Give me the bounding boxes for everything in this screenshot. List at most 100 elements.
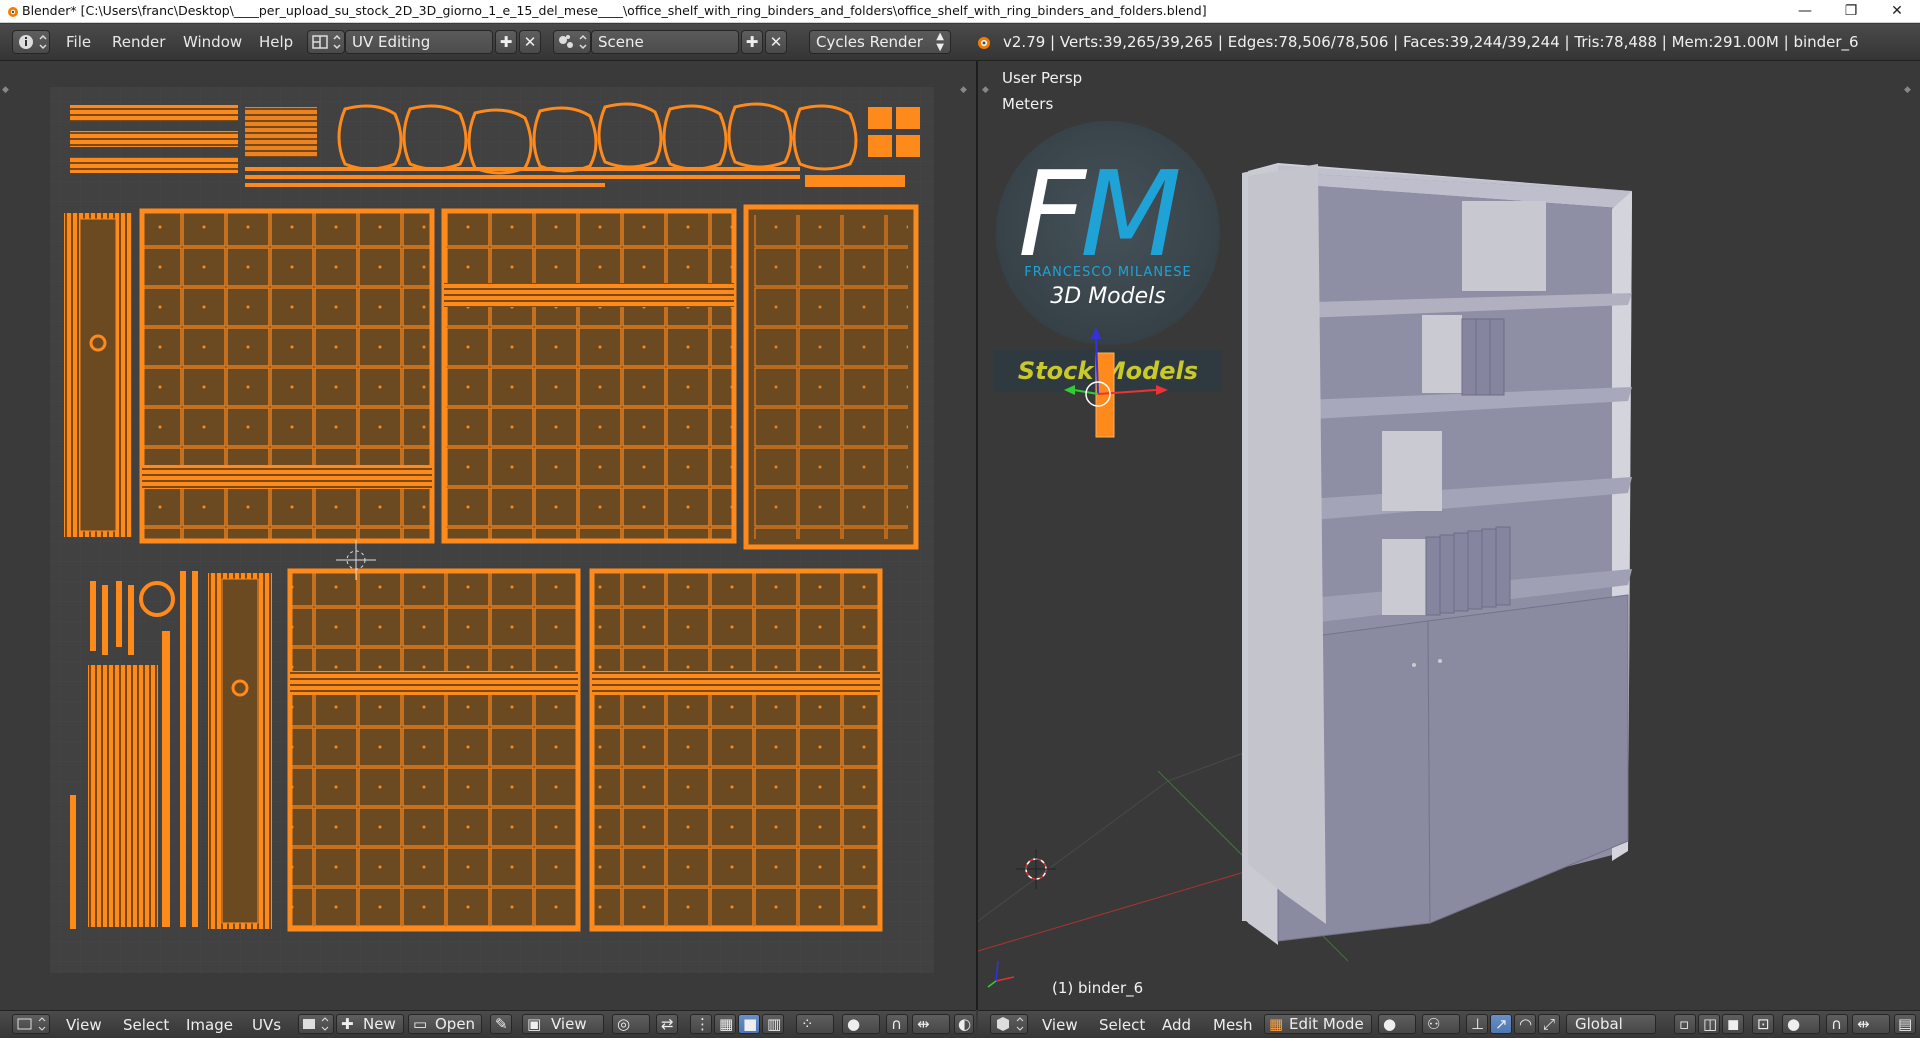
pivot-point-dropdown[interactable]: ⚇ [1422, 1014, 1460, 1034]
pivot-dropdown[interactable]: ◎ [612, 1014, 650, 1034]
uv-island-select-button[interactable]: ▥ [762, 1014, 784, 1034]
restore-button[interactable]: ❐ [1828, 0, 1874, 22]
scene-name-field[interactable]: Scene [591, 30, 739, 54]
transform-orientation-dropdown[interactable]: Global [1566, 1014, 1656, 1034]
solid-shading-icon: ● [1383, 1015, 1397, 1033]
open-image-button[interactable]: ▭ Open [408, 1014, 482, 1034]
menu-window[interactable]: Window [183, 33, 242, 51]
magnet-icon: ∩ [891, 1015, 902, 1033]
image-editor-icon [17, 1017, 46, 1031]
3d-scene [978, 163, 1632, 988]
face-mode-icon: ◼ [1727, 1015, 1740, 1033]
uv-editor-header: View Select Image UVs ✚ New ▭ Open ✎ ▣ V… [0, 1010, 976, 1038]
add-scene-button[interactable]: ✚ [741, 30, 763, 54]
edit-mode-icon: ▦ [1269, 1015, 1284, 1033]
region-expand-icon[interactable]: ◆ [2, 85, 9, 95]
3d-menu-select[interactable]: Select [1099, 1016, 1145, 1034]
opengl-render-button[interactable]: ▤ [1894, 1014, 1916, 1034]
scene-statistics: v2.79 | Verts:39,265/39,265 | Edges:78,5… [1003, 33, 1859, 51]
uv-extra-button[interactable]: ◐ [954, 1014, 974, 1034]
scene-selector[interactable] [553, 30, 591, 54]
3d-menu-view[interactable]: View [1042, 1016, 1078, 1034]
scale-icon: ⤢ [1543, 1015, 1556, 1033]
cabinet-door-right [1427, 594, 1629, 924]
region-expand-icon-right[interactable]: ◆ [960, 85, 967, 95]
uv-island-cover-3 [743, 204, 919, 550]
edge-select-mode-button[interactable]: ◫ [1698, 1014, 1720, 1034]
interaction-mode-dropdown[interactable]: ▦ Edit Mode [1264, 1014, 1372, 1034]
uv-menu-uvs[interactable]: UVs [252, 1016, 281, 1034]
selected-binder[interactable] [1095, 352, 1115, 438]
uv-edge-select-button[interactable]: ▦ [714, 1014, 736, 1034]
proportional-editing-dropdown[interactable]: ● [1782, 1014, 1820, 1034]
3d-menu-add[interactable]: Add [1162, 1016, 1191, 1034]
camera-icon: ▤ [1898, 1015, 1913, 1033]
scale-manipulator-button[interactable]: ⤢ [1538, 1014, 1560, 1034]
screen-layout-selector[interactable] [307, 30, 345, 54]
plus-icon: ✚ [499, 33, 513, 51]
uv-map-canvas[interactable] [50, 87, 934, 973]
manipulator-toggle-button[interactable]: ⊥ [1466, 1014, 1488, 1034]
close-icon: ✕ [523, 33, 537, 51]
snap-element-dropdown[interactable]: ⇹ [912, 1014, 950, 1034]
shelf-left-outer-panel [1248, 164, 1326, 924]
menu-render[interactable]: Render [112, 33, 165, 51]
limit-selection-button[interactable]: ⊡ [1752, 1014, 1774, 1034]
uv-island-cover-2 [441, 208, 737, 544]
uv-vertex-select-button[interactable]: ⋮ [690, 1014, 712, 1034]
view-mode-icon: ▣ [527, 1015, 542, 1033]
screen-layout-name-field[interactable]: UV Editing [345, 30, 493, 54]
minimize-button[interactable]: — [1782, 0, 1828, 22]
3d-menu-mesh[interactable]: Mesh [1213, 1016, 1253, 1034]
rotate-manipulator-button[interactable]: ◠ [1514, 1014, 1536, 1034]
viewport-shading-dropdown[interactable]: ● [1378, 1014, 1416, 1034]
transform-orientation-label: Global [1575, 1015, 1623, 1033]
window-title-bar: Blender* [C:\Users\franc\Desktop\____per… [0, 0, 1920, 23]
uv-face-select-button[interactable]: ■ [738, 1014, 760, 1034]
uv-image-editor[interactable]: ◆ ◆ [0, 61, 976, 1010]
delete-scene-button[interactable]: ✕ [765, 30, 787, 54]
uv-menu-view[interactable]: View [66, 1016, 102, 1034]
new-image-label: New [363, 1015, 396, 1033]
new-image-button[interactable]: ✚ New [336, 1014, 404, 1034]
uv-menu-select[interactable]: Select [123, 1016, 169, 1034]
close-window-button[interactable]: ✕ [1874, 0, 1920, 22]
pin-button[interactable]: ✎ [490, 1014, 512, 1034]
translate-manipulator-button[interactable]: ↗ [1490, 1014, 1512, 1034]
blender-app-icon [8, 7, 18, 17]
sticky-selection-dropdown[interactable]: ⁘ [796, 1014, 834, 1034]
uv-menu-image[interactable]: Image [186, 1016, 233, 1034]
menu-file[interactable]: File [66, 33, 91, 51]
snap-target-icon: ⇹ [1857, 1015, 1870, 1033]
render-engine-dropdown[interactable]: Cycles Render ▲ ▼ [809, 30, 951, 54]
pivot-point-icon: ⚇ [1427, 1015, 1441, 1033]
sync-selection-button[interactable]: ⇄ [656, 1014, 678, 1034]
uv-island-small-squares [868, 107, 920, 157]
mode-view-dropdown[interactable]: ▣ View [522, 1014, 604, 1034]
rotate-icon: ◠ [1519, 1015, 1533, 1033]
move-arrow-icon: ↗ [1495, 1015, 1508, 1033]
editor-type-uv-button[interactable] [12, 1014, 50, 1034]
interaction-mode-label: Edit Mode [1289, 1015, 1364, 1033]
add-screen-button[interactable]: ✚ [495, 30, 517, 54]
editor-type-3d-button[interactable] [990, 1014, 1028, 1034]
delete-screen-button[interactable]: ✕ [519, 30, 541, 54]
snap-toggle-button[interactable]: ∩ [886, 1014, 908, 1034]
vertex-select-icon: ⋮ [695, 1015, 710, 1033]
face-select-mode-button[interactable]: ◼ [1722, 1014, 1744, 1034]
proportional-edit-dropdown[interactable]: ● [842, 1014, 880, 1034]
menu-help[interactable]: Help [259, 33, 293, 51]
view-axis-icon [987, 960, 1015, 988]
snap-button[interactable]: ∩ [1826, 1014, 1848, 1034]
vertex-select-mode-button[interactable]: ▫ [1674, 1014, 1696, 1034]
binders-shelf-2 [1461, 318, 1505, 396]
browse-image-button[interactable] [298, 1014, 334, 1034]
open-image-label: Open [435, 1015, 476, 1033]
3d-cursor-icon[interactable] [1016, 849, 1056, 889]
info-header: File Render Window Help UV Editing ✚ ✕ S… [0, 24, 1920, 61]
face-select-icon: ■ [743, 1015, 758, 1033]
snap-target-dropdown[interactable]: ⇹ [1852, 1014, 1890, 1034]
editor-type-info-button[interactable] [12, 30, 50, 54]
proportional-edit-icon: ● [847, 1015, 861, 1033]
snap-magnet-icon: ∩ [1831, 1015, 1842, 1033]
